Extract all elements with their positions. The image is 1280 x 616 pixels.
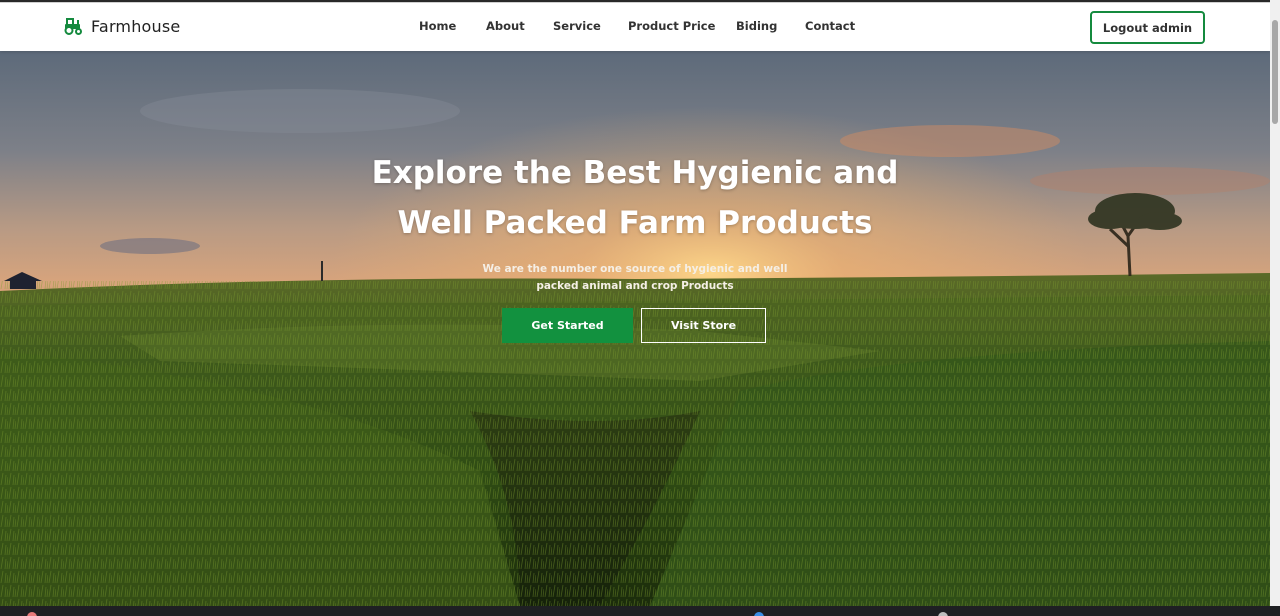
- scrollbar-thumb[interactable]: [1272, 20, 1278, 124]
- nav-link-service[interactable]: Service: [553, 19, 601, 33]
- vertical-scrollbar[interactable]: [1270, 0, 1280, 606]
- hero-background-image: [0, 51, 1270, 606]
- visit-store-button[interactable]: Visit Store: [641, 308, 766, 343]
- navbar: Farmhouse Home About Service Product Pri…: [0, 2, 1270, 51]
- hero-subtitle-line-2: packed animal and crop Products: [536, 280, 734, 292]
- nav-link-contact[interactable]: Contact: [805, 19, 855, 33]
- nav-link-biding[interactable]: Biding: [736, 19, 777, 33]
- hero-title: Explore the Best Hygienic and Well Packe…: [335, 148, 935, 248]
- hero-subtitle-line-1: We are the number one source of hygienic…: [482, 263, 788, 275]
- hero-section: Explore the Best Hygienic and Well Packe…: [0, 51, 1270, 606]
- taskbar-app-icon[interactable]: [938, 612, 948, 616]
- nav-link-home[interactable]: Home: [419, 19, 456, 33]
- get-started-button[interactable]: Get Started: [502, 308, 633, 343]
- taskbar: [0, 606, 1280, 616]
- nav-links: Home About Service Product Price Biding …: [0, 3, 1270, 51]
- nav-link-about[interactable]: About: [486, 19, 525, 33]
- logout-button[interactable]: Logout admin: [1090, 11, 1205, 44]
- taskbar-app-icon[interactable]: [754, 612, 764, 616]
- hero-title-line-1: Explore the Best Hygienic and: [371, 155, 899, 191]
- hero-title-line-2: Well Packed Farm Products: [397, 205, 873, 241]
- page: Explore the Best Hygienic and Well Packe…: [0, 0, 1270, 606]
- nav-link-product-price[interactable]: Product Price: [628, 19, 715, 33]
- taskbar-app-icon[interactable]: [27, 612, 37, 616]
- hero-subtitle: We are the number one source of hygienic…: [460, 261, 810, 295]
